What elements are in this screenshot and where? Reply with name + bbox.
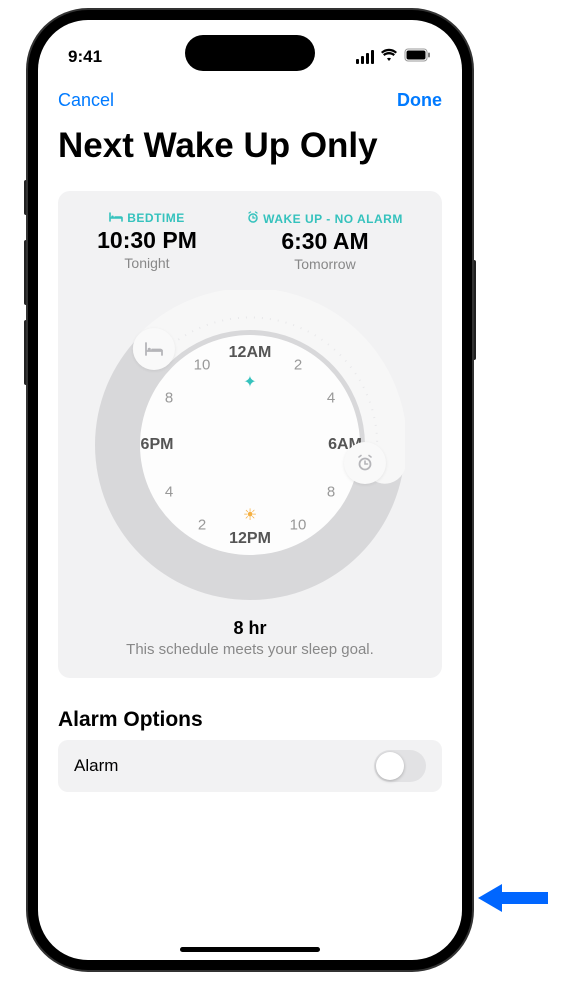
- wakeup-column: WAKE UP - NO ALARM 6:30 AM Tomorrow: [247, 211, 403, 272]
- dynamic-island: [185, 35, 315, 71]
- bedtime-handle[interactable]: [133, 328, 175, 370]
- status-time: 9:41: [68, 47, 102, 67]
- wakeup-day: Tomorrow: [247, 256, 403, 272]
- bedtime-day: Tonight: [97, 255, 197, 271]
- wifi-icon: [380, 47, 398, 67]
- clock-6pm: 6PM: [141, 436, 174, 454]
- alarm-options-title: Alarm Options: [38, 678, 462, 740]
- sleep-dial[interactable]: 12AM 2 4 6AM 8 10 12PM 2 4 6PM 8 10 ✦ ☀: [95, 290, 405, 600]
- callout-arrow-icon: [478, 880, 550, 921]
- clock-16: 4: [165, 484, 173, 501]
- alarm-toggle[interactable]: [374, 750, 426, 782]
- phone-frame: 9:41 Cancel Done Next Wake Up Only: [28, 10, 472, 970]
- clock-22: 10: [194, 357, 211, 374]
- clock-8: 8: [327, 484, 335, 501]
- screen: 9:41 Cancel Done Next Wake Up Only: [38, 20, 462, 960]
- cancel-button[interactable]: Cancel: [58, 90, 114, 111]
- bedtime-column: BEDTIME 10:30 PM Tonight: [97, 211, 197, 272]
- clock-12pm: 12PM: [229, 530, 271, 548]
- nav-bar: Cancel Done: [38, 75, 462, 121]
- cellular-icon: [356, 50, 374, 64]
- home-indicator[interactable]: [180, 947, 320, 952]
- sleep-summary: 8 hr This schedule meets your sleep goal…: [72, 618, 428, 658]
- bed-icon: [109, 211, 123, 225]
- clock-2: 2: [294, 357, 302, 374]
- day-sun-icon: ☀: [243, 505, 257, 525]
- alarm-row-label: Alarm: [74, 756, 118, 776]
- battery-icon: [404, 47, 432, 67]
- clock-10: 10: [290, 517, 307, 534]
- done-button[interactable]: Done: [397, 90, 442, 111]
- bedtime-label: BEDTIME: [127, 211, 185, 225]
- night-star-icon: ✦: [243, 372, 256, 392]
- bedtime-time: 10:30 PM: [97, 227, 197, 254]
- clock-12am: 12AM: [229, 344, 272, 362]
- sleep-duration: 8 hr: [72, 618, 428, 639]
- clock-20: 8: [165, 390, 173, 407]
- alarm-option-row: Alarm: [58, 740, 442, 792]
- wakeup-label: WAKE UP - NO ALARM: [263, 212, 403, 226]
- clock-14: 2: [198, 517, 206, 534]
- wakeup-handle[interactable]: [344, 442, 386, 484]
- alarm-icon: [247, 211, 259, 226]
- page-title: Next Wake Up Only: [38, 121, 462, 191]
- sleep-goal-message: This schedule meets your sleep goal.: [72, 641, 428, 658]
- schedule-card: BEDTIME 10:30 PM Tonight WAKE UP - NO AL…: [58, 191, 442, 678]
- wakeup-time: 6:30 AM: [247, 228, 403, 255]
- clock-4: 4: [327, 390, 335, 407]
